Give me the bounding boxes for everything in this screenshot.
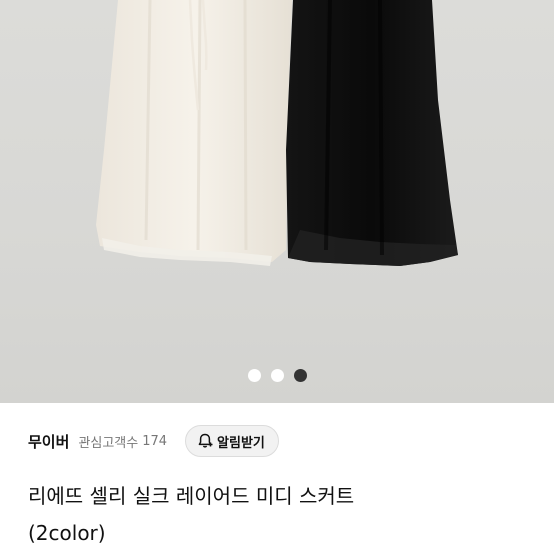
product-photo[interactable] (0, 0, 554, 403)
carousel-dot-2[interactable] (270, 368, 284, 382)
alarm-button[interactable]: 알림받기 (185, 425, 279, 457)
product-title-line-2: (2color) (28, 521, 106, 545)
shop-row: 무이버 관심고객수 174 알림받기 (28, 425, 279, 457)
product-info: 무이버 관심고객수 174 알림받기 리에뜨 셀리 실크 레이어드 미디 스커트… (0, 403, 554, 554)
alarm-button-label: 알림받기 (217, 435, 265, 451)
black-skirt (286, 0, 458, 266)
favorites-label: 관심고객수 (78, 435, 139, 451)
carousel-dot-1[interactable] (247, 368, 261, 382)
shop-name[interactable]: 무이버 (28, 431, 69, 452)
ivory-skirt (96, 0, 292, 262)
favorites-count: 174 (142, 433, 168, 449)
product-title-line-1: 리에뜨 셀리 실크 레이어드 미디 스커트 (28, 484, 355, 508)
carousel-pagination (0, 367, 554, 383)
product-title: 리에뜨 셀리 실크 레이어드 미디 스커트 (2color) (28, 478, 528, 552)
bell-plus-icon (196, 432, 214, 450)
carousel-dot-3-active[interactable] (293, 368, 307, 382)
skirt-photo-illustration (96, 0, 458, 266)
